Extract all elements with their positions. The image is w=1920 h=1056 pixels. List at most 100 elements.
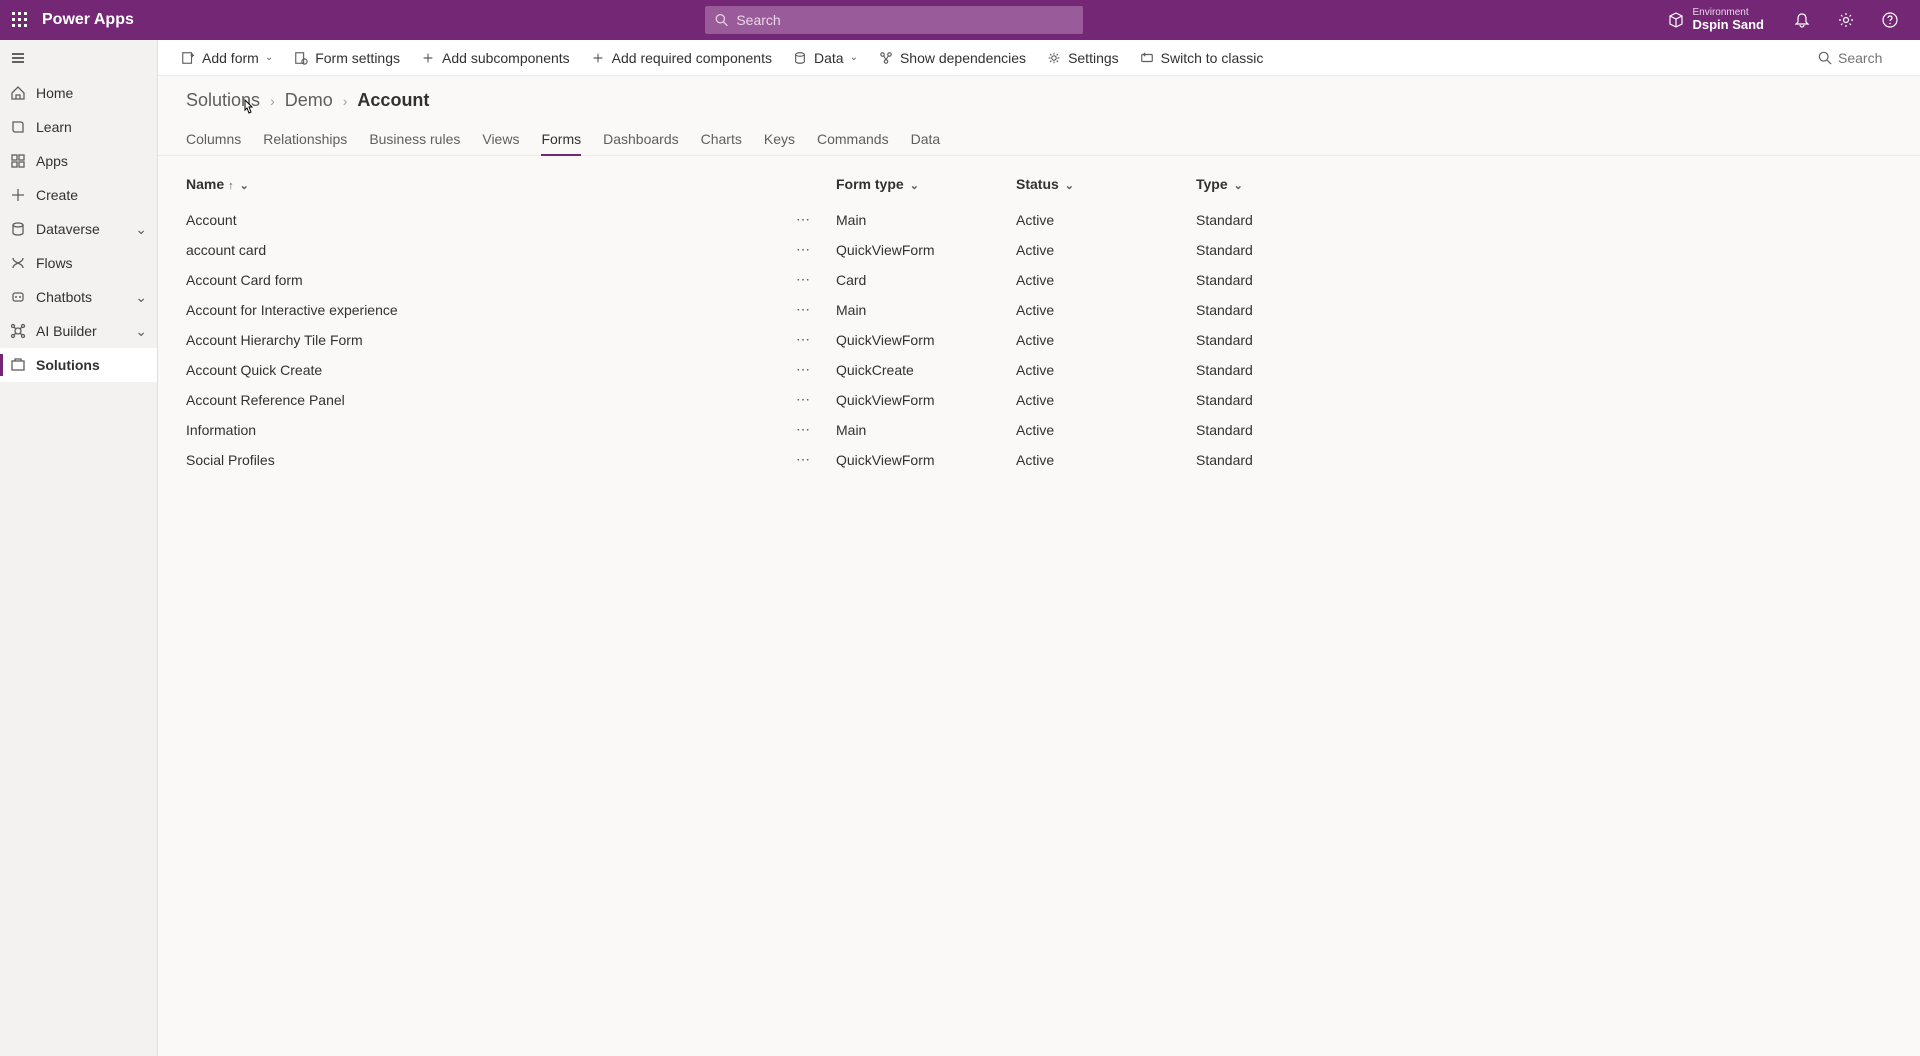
- notifications-icon[interactable]: [1782, 0, 1822, 40]
- table-row[interactable]: Account Card form⋯CardActiveStandard: [158, 265, 1920, 295]
- environment-name: Dspin Sand: [1692, 18, 1764, 33]
- sidebar-item-flows[interactable]: Flows: [0, 246, 157, 280]
- col-header-name[interactable]: Name↑⌄: [158, 160, 778, 205]
- tab-charts[interactable]: Charts: [701, 123, 742, 155]
- sidebar-item-label: Home: [36, 85, 73, 101]
- global-search[interactable]: [705, 6, 1083, 34]
- settings-icon[interactable]: [1826, 0, 1866, 40]
- cell-formtype: Main: [828, 295, 1008, 325]
- chevron-down-icon: ⌄: [1065, 180, 1074, 192]
- cell-name[interactable]: Account Card form: [158, 265, 778, 295]
- cmd-add-subcomponents[interactable]: Add subcomponents: [410, 42, 580, 74]
- sidebar-item-chatbots[interactable]: Chatbots⌄: [0, 280, 157, 314]
- command-search[interactable]: [1808, 50, 1908, 66]
- table-row[interactable]: Account Quick Create⋯QuickCreateActiveSt…: [158, 355, 1920, 385]
- row-more-button[interactable]: ⋯: [778, 355, 828, 385]
- dependencies-icon: [878, 50, 894, 66]
- addform-icon: [180, 50, 196, 66]
- environment-picker[interactable]: Environment Dspin Sand: [1654, 7, 1778, 33]
- chevron-down-icon: ⌄: [910, 180, 919, 192]
- cmd-data[interactable]: Data⌄: [782, 42, 868, 74]
- row-more-button[interactable]: ⋯: [778, 295, 828, 325]
- cell-type: Standard: [1188, 445, 1920, 475]
- cmd-label: Add required components: [612, 50, 772, 66]
- waffle-icon[interactable]: [0, 0, 40, 40]
- table-row[interactable]: Account Reference Panel⋯QuickViewFormAct…: [158, 385, 1920, 415]
- chatbots-icon: [10, 289, 26, 305]
- hamburger-button[interactable]: [0, 40, 157, 76]
- sidebar-item-apps[interactable]: Apps: [0, 144, 157, 178]
- cell-type: Standard: [1188, 265, 1920, 295]
- cell-type: Standard: [1188, 235, 1920, 265]
- row-more-button[interactable]: ⋯: [778, 445, 828, 475]
- row-more-button[interactable]: ⋯: [778, 265, 828, 295]
- search-wrap: [134, 6, 1655, 34]
- sidebar-item-create[interactable]: Create: [0, 178, 157, 212]
- row-more-button[interactable]: ⋯: [778, 325, 828, 355]
- cell-name[interactable]: account card: [158, 235, 778, 265]
- app-title: Power Apps: [42, 11, 134, 29]
- row-more-button[interactable]: ⋯: [778, 235, 828, 265]
- tab-columns[interactable]: Columns: [186, 123, 241, 155]
- breadcrumb-demo[interactable]: Demo: [285, 90, 333, 111]
- row-more-button[interactable]: ⋯: [778, 205, 828, 235]
- cell-name[interactable]: Account for Interactive experience: [158, 295, 778, 325]
- cell-status: Active: [1008, 325, 1188, 355]
- sidebar-item-label: Create: [36, 187, 78, 203]
- tab-data[interactable]: Data: [911, 123, 941, 155]
- cell-name[interactable]: Account Hierarchy Tile Form: [158, 325, 778, 355]
- col-header-status[interactable]: Status⌄: [1008, 160, 1188, 205]
- cell-name[interactable]: Account Quick Create: [158, 355, 778, 385]
- sidebar-item-home[interactable]: Home: [0, 76, 157, 110]
- tab-views[interactable]: Views: [482, 123, 519, 155]
- environment-icon: [1668, 12, 1684, 28]
- tab-dashboards[interactable]: Dashboards: [603, 123, 679, 155]
- sidebar-item-ai-builder[interactable]: AI Builder⌄: [0, 314, 157, 348]
- chevron-down-icon: ⌄: [135, 289, 147, 306]
- cell-status: Active: [1008, 385, 1188, 415]
- shell: Home LearnApps Create Dataverse⌄FlowsChatbo…: [0, 40, 1920, 1056]
- top-right: Environment Dspin Sand: [1654, 0, 1920, 40]
- command-search-input[interactable]: [1838, 50, 1898, 66]
- col-header-type[interactable]: Type⌄: [1188, 160, 1920, 205]
- cell-name[interactable]: Account Reference Panel: [158, 385, 778, 415]
- row-more-button[interactable]: ⋯: [778, 385, 828, 415]
- sidebar-item-dataverse[interactable]: Dataverse⌄: [0, 212, 157, 246]
- cmd-settings[interactable]: Settings: [1036, 42, 1129, 74]
- cell-status: Active: [1008, 265, 1188, 295]
- cell-type: Standard: [1188, 385, 1920, 415]
- breadcrumb: Solutions›Demo›Account: [158, 76, 1920, 117]
- sidebar-item-solutions[interactable]: Solutions: [0, 348, 157, 382]
- cell-name[interactable]: Social Profiles: [158, 445, 778, 475]
- cell-name[interactable]: Information: [158, 415, 778, 445]
- table-row[interactable]: Information⋯MainActiveStandard: [158, 415, 1920, 445]
- global-search-input[interactable]: [736, 12, 1073, 28]
- sidebar-item-learn[interactable]: Learn: [0, 110, 157, 144]
- cmd-form-settings[interactable]: Form settings: [283, 42, 410, 74]
- learn-icon: [10, 119, 26, 135]
- cmd-add-form[interactable]: Add form⌄: [170, 42, 283, 74]
- cmd-label: Switch to classic: [1161, 50, 1264, 66]
- tab-business-rules[interactable]: Business rules: [369, 123, 460, 155]
- table-row[interactable]: Account for Interactive experience⋯MainA…: [158, 295, 1920, 325]
- cell-status: Active: [1008, 355, 1188, 385]
- table-row[interactable]: Account⋯MainActiveStandard: [158, 205, 1920, 235]
- plus-icon: [590, 50, 606, 66]
- table-row[interactable]: account card⋯QuickViewFormActiveStandard: [158, 235, 1920, 265]
- cell-formtype: QuickViewForm: [828, 445, 1008, 475]
- tab-forms[interactable]: Forms: [541, 123, 581, 155]
- breadcrumb-solutions[interactable]: Solutions: [186, 90, 260, 111]
- cmd-show-dependencies[interactable]: Show dependencies: [868, 42, 1036, 74]
- help-icon[interactable]: [1870, 0, 1910, 40]
- cmd-add-required-components[interactable]: Add required components: [580, 42, 782, 74]
- tab-relationships[interactable]: Relationships: [263, 123, 347, 155]
- col-header-formtype[interactable]: Form type⌄: [828, 160, 1008, 205]
- cell-name[interactable]: Account: [158, 205, 778, 235]
- table-row[interactable]: Social Profiles⋯QuickViewFormActiveStand…: [158, 445, 1920, 475]
- table-row[interactable]: Account Hierarchy Tile Form⋯QuickViewFor…: [158, 325, 1920, 355]
- row-more-button[interactable]: ⋯: [778, 415, 828, 445]
- cmd-switch-to-classic[interactable]: Switch to classic: [1129, 42, 1274, 74]
- search-icon: [1818, 51, 1832, 65]
- tab-keys[interactable]: Keys: [764, 123, 795, 155]
- tab-commands[interactable]: Commands: [817, 123, 889, 155]
